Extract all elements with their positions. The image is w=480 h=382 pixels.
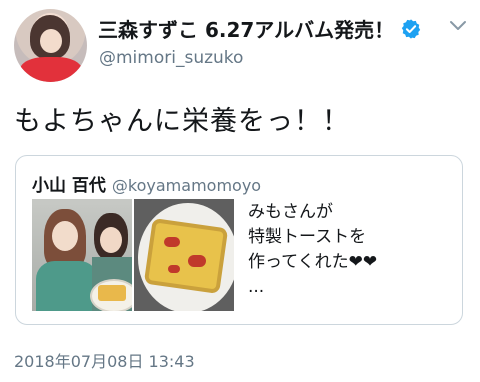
tweet-timestamp[interactable]: 2018年07月08日 13:43 (14, 348, 195, 372)
quoted-photo-people[interactable] (32, 199, 132, 311)
quoted-tweet-text: みもさんが 特製トーストを 作ってくれた❤❤ ... (248, 200, 377, 300)
quoted-tweet-header: 小山 百代 @koyamamomoyo (32, 171, 261, 196)
tweet-text: もよちゃんに栄養をっ！！ (14, 106, 350, 137)
quoted-author-handle: @koyamamomoyo (111, 176, 262, 195)
quoted-photo-toast[interactable] (134, 199, 234, 311)
chevron-down-icon[interactable] (449, 20, 467, 32)
photo-mini-toast (98, 285, 126, 301)
quoted-author-name: 小山 百代 (32, 176, 106, 196)
quoted-tweet-card[interactable]: 小山 百代 @koyamamomoyo みもさんが 特製トーストを 作ってくれた… (15, 155, 463, 325)
ketchup-mark (164, 237, 180, 247)
ketchup-mark (168, 265, 180, 273)
quoted-text-line: みもさんが (248, 202, 333, 222)
photo-person1-body (36, 261, 98, 311)
toast-bread (143, 218, 229, 294)
quoted-text-line: 特製トーストを (248, 227, 367, 247)
author-name-row[interactable]: 三森すずこ 6.27アルバム発売！ (98, 14, 422, 43)
author-handle[interactable]: @mimori_suzuko (99, 48, 243, 68)
author-display-name[interactable]: 三森すずこ 6.27アルバム発売！ (98, 14, 394, 43)
photo-person2-face (100, 227, 122, 253)
author-avatar[interactable] (14, 9, 87, 82)
verified-badge-icon (401, 18, 421, 39)
quoted-text-line: ... (248, 277, 265, 297)
avatar-shirt (20, 57, 82, 82)
avatar-face (40, 29, 62, 53)
photo-person1-face (52, 221, 78, 251)
ketchup-mark (188, 255, 206, 267)
quoted-text-line: 作ってくれた❤❤ (248, 252, 378, 272)
